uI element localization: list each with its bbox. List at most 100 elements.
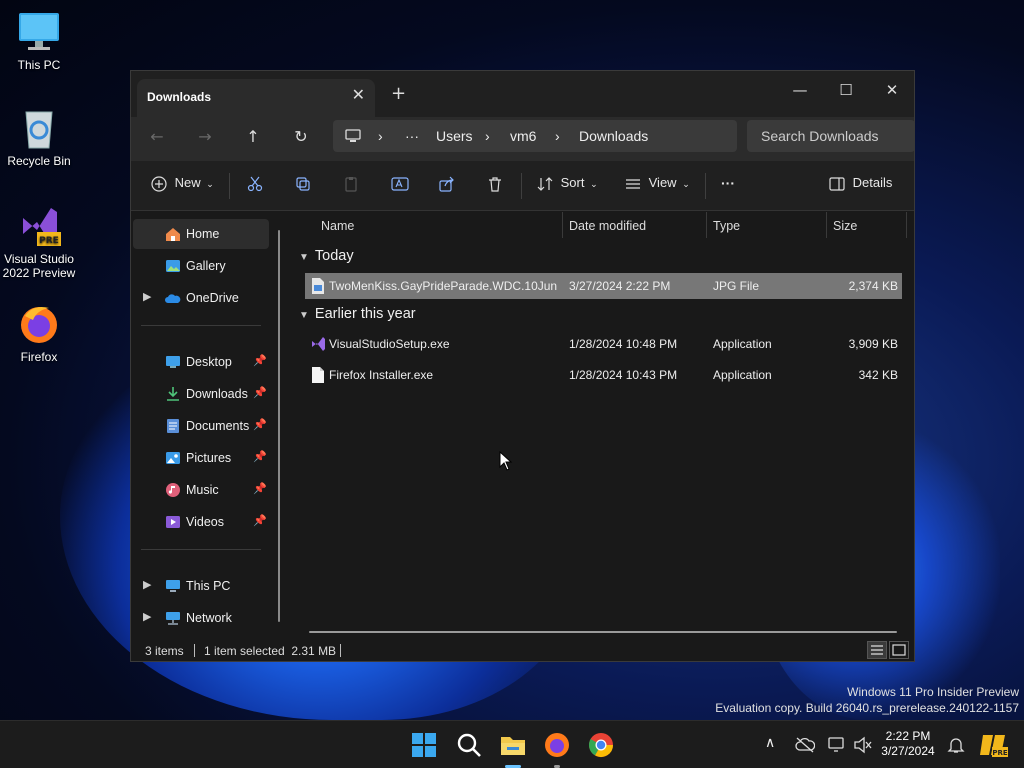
group-header-earlier-this-year[interactable]: ▼ Earlier this year bbox=[299, 306, 416, 322]
table-row[interactable]: TwoMenKiss.GayPrideParade.WDC.10Jun... 3… bbox=[305, 273, 902, 299]
desktop-icon-recycle-bin[interactable]: Recycle Bin bbox=[0, 106, 78, 168]
desktop-icon-this-pc[interactable]: This PC bbox=[0, 10, 78, 72]
onedrive-offline-icon[interactable] bbox=[795, 737, 815, 753]
file-size: 3,909 KB bbox=[848, 337, 898, 351]
search-box[interactable]: Search Downloads bbox=[747, 120, 915, 152]
copy-button[interactable] bbox=[295, 175, 311, 197]
search-icon[interactable] bbox=[455, 731, 483, 759]
volume-muted-icon[interactable] bbox=[853, 736, 873, 754]
chevron-right-icon[interactable]: ▶ bbox=[143, 290, 151, 303]
file-size: 2,374 KB bbox=[848, 279, 898, 293]
firefox-icon bbox=[21, 307, 57, 343]
pin-icon[interactable]: 📌 bbox=[253, 514, 267, 527]
firefox-taskbar-icon[interactable] bbox=[543, 731, 571, 759]
sidebar-divider bbox=[141, 549, 261, 550]
chrome-icon[interactable] bbox=[587, 731, 615, 759]
horizontal-scrollbar[interactable] bbox=[309, 631, 897, 633]
sidebar-item-this-pc[interactable]: ▶ This PC bbox=[133, 571, 269, 601]
desktop-icon-firefox[interactable]: Firefox bbox=[0, 302, 78, 364]
breadcrumb-vm6[interactable]: vm6 bbox=[510, 128, 536, 144]
breadcrumb-more[interactable]: ··· bbox=[405, 128, 419, 144]
sort-button[interactable]: Sort ⌄ bbox=[537, 175, 598, 197]
clock[interactable]: 2:22 PM 3/27/2024 bbox=[878, 729, 938, 759]
table-row[interactable]: VisualStudioSetup.exe 1/28/2024 10:48 PM… bbox=[305, 331, 902, 357]
breadcrumb-users[interactable]: Users bbox=[436, 128, 473, 144]
sidebar-item-network[interactable]: ▶ Network bbox=[133, 603, 269, 633]
sidebar-item-videos[interactable]: Videos 📌 bbox=[133, 507, 269, 537]
group-header-today[interactable]: ▼ Today bbox=[299, 248, 354, 264]
tab-downloads[interactable]: Downloads ✕ bbox=[137, 79, 375, 117]
taskbar: ∧ 2:22 PM 3/27/2024 PRE bbox=[0, 720, 1024, 768]
pin-icon[interactable]: 📌 bbox=[253, 386, 267, 399]
more-options-button[interactable]: ··· bbox=[721, 175, 735, 197]
view-button[interactable]: View ⌄ bbox=[625, 175, 690, 197]
sidebar-scrollbar[interactable] bbox=[278, 230, 280, 622]
pin-icon[interactable]: 📌 bbox=[253, 450, 267, 463]
desktop-icon-label: Firefox bbox=[20, 350, 58, 364]
pin-icon[interactable]: 📌 bbox=[253, 354, 267, 367]
watermark-line-1: Windows 11 Pro Insider Preview bbox=[847, 685, 1019, 699]
column-type[interactable]: Type bbox=[713, 219, 740, 233]
item-count: 3 items bbox=[145, 644, 184, 658]
rename-button[interactable] bbox=[391, 175, 409, 197]
forward-button[interactable]: → bbox=[191, 127, 219, 151]
new-tab-button[interactable]: + bbox=[391, 83, 406, 104]
show-hidden-icons-button[interactable]: ∧ bbox=[765, 735, 775, 751]
sidebar-item-gallery[interactable]: Gallery bbox=[133, 251, 269, 281]
refresh-button[interactable]: ↻ bbox=[287, 127, 315, 151]
network-status-icon[interactable] bbox=[827, 736, 847, 754]
sidebar-item-label: Pictures bbox=[186, 451, 232, 465]
chevron-right-icon[interactable]: ▶ bbox=[143, 610, 151, 623]
column-date-modified[interactable]: Date modified bbox=[569, 219, 646, 233]
column-divider[interactable] bbox=[906, 212, 907, 238]
mouse-cursor-icon bbox=[499, 451, 513, 471]
table-row[interactable]: Firefox Installer.exe 1/28/2024 10:43 PM… bbox=[305, 362, 902, 388]
desktop-icon-visual-studio[interactable]: PRE Visual Studio 2022 Preview bbox=[0, 204, 78, 280]
view-icon bbox=[626, 178, 640, 189]
start-icon[interactable] bbox=[410, 731, 438, 759]
file-date: 1/28/2024 10:48 PM bbox=[569, 337, 678, 351]
sidebar-item-pictures[interactable]: Pictures 📌 bbox=[133, 443, 269, 473]
chevron-right-icon[interactable]: ▶ bbox=[143, 578, 151, 591]
sidebar-item-music[interactable]: Music 📌 bbox=[133, 475, 269, 505]
up-button[interactable]: ↑ bbox=[239, 127, 267, 151]
tab-close-icon[interactable]: ✕ bbox=[352, 85, 365, 104]
insider-preview-icon[interactable]: PRE bbox=[980, 731, 1008, 759]
new-button[interactable]: New ⌄ bbox=[151, 175, 214, 197]
command-bar: New ⌄ Sort ⌄ View ⌄ ··· Details bbox=[131, 161, 914, 211]
column-divider[interactable] bbox=[706, 212, 707, 238]
column-name[interactable]: Name bbox=[321, 219, 354, 233]
clipboard-icon bbox=[345, 176, 357, 192]
notification-bell-icon[interactable] bbox=[947, 736, 965, 754]
group-label: Today bbox=[314, 248, 354, 264]
close-button[interactable]: ✕ bbox=[869, 75, 915, 105]
sidebar-item-home[interactable]: Home bbox=[133, 219, 269, 249]
sidebar-item-label: Home bbox=[186, 227, 220, 241]
maximize-button[interactable]: ☐ bbox=[823, 75, 869, 105]
paste-button[interactable] bbox=[343, 175, 359, 197]
back-button[interactable]: ← bbox=[143, 127, 171, 151]
recycle-bin-icon bbox=[25, 111, 53, 149]
sidebar-item-documents[interactable]: Documents 📌 bbox=[133, 411, 269, 441]
pin-icon[interactable]: 📌 bbox=[253, 418, 267, 431]
share-button[interactable] bbox=[439, 175, 455, 197]
chevron-down-icon: ▼ bbox=[299, 310, 309, 321]
sidebar-item-downloads[interactable]: Downloads 📌 bbox=[133, 379, 269, 409]
breadcrumb-downloads[interactable]: Downloads bbox=[579, 128, 648, 144]
minimize-button[interactable]: — bbox=[777, 75, 823, 105]
share-icon bbox=[439, 176, 454, 192]
details-view-button[interactable] bbox=[867, 641, 887, 659]
pin-icon[interactable]: 📌 bbox=[253, 482, 267, 495]
column-divider[interactable] bbox=[826, 212, 827, 238]
scissors-icon bbox=[247, 176, 263, 191]
sidebar-item-onedrive[interactable]: ▶ OneDrive bbox=[133, 283, 269, 313]
tiles-view-button[interactable] bbox=[889, 641, 909, 659]
column-size[interactable]: Size bbox=[833, 219, 857, 233]
column-divider[interactable] bbox=[562, 212, 563, 238]
cut-button[interactable] bbox=[247, 175, 263, 197]
file-explorer-icon[interactable] bbox=[499, 731, 527, 759]
details-button[interactable]: Details bbox=[829, 175, 892, 197]
delete-button[interactable] bbox=[487, 175, 503, 197]
address-bar[interactable]: › ··· Users › vm6 › Downloads bbox=[333, 120, 737, 152]
sidebar-item-desktop[interactable]: Desktop 📌 bbox=[133, 347, 269, 377]
